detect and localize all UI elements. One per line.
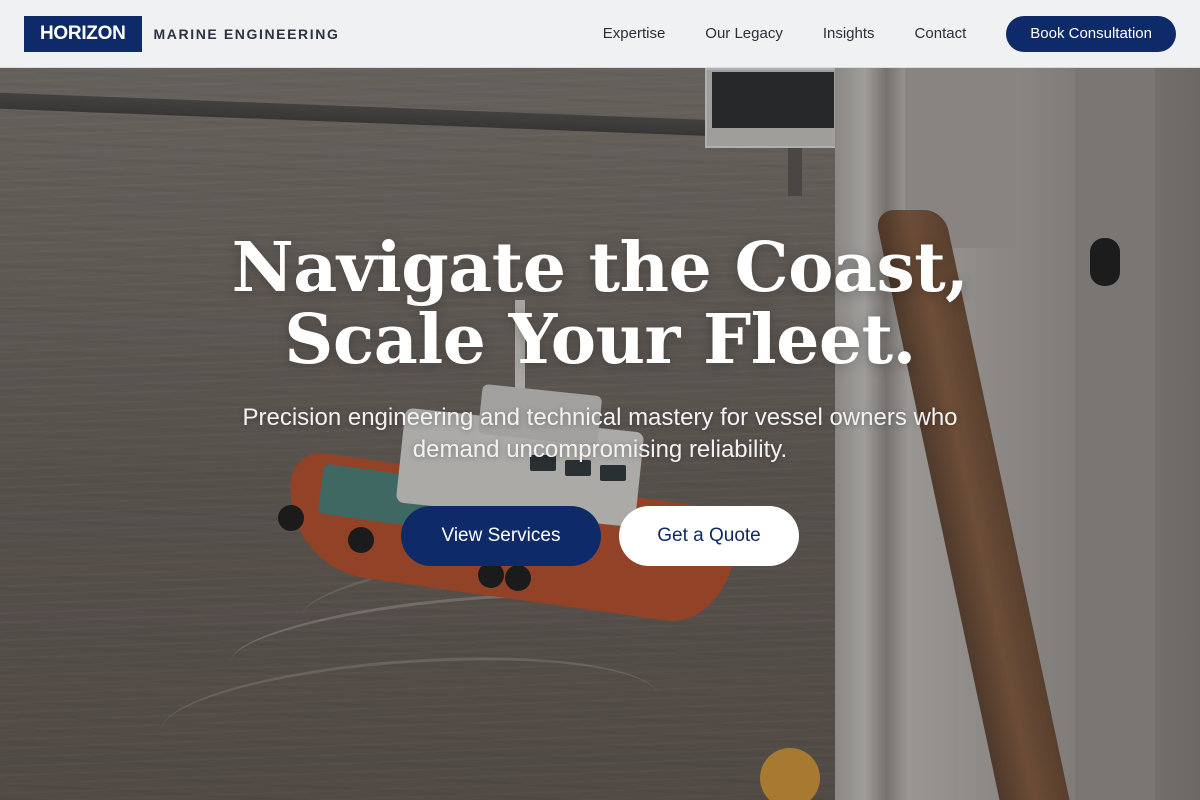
nav-link-contact[interactable]: Contact [915,25,967,42]
brand-tagline: MARINE ENGINEERING [153,25,340,42]
hero-headline-line-2: Scale Your Fleet. [284,300,916,380]
hero-headline: Navigate the Coast, Scale Your Fleet. [0,232,1200,376]
main-nav: Expertise Our Legacy Insights Contact [603,25,966,42]
hero-section: Navigate the Coast, Scale Your Fleet. Pr… [0,232,1200,566]
hero-button-group: View Services Get a Quote [0,506,1200,566]
nav-link-our-legacy[interactable]: Our Legacy [705,25,783,42]
hero-subheadline: Precision engineering and technical mast… [242,404,958,463]
logo[interactable]: HORIZON [24,15,142,52]
nav-link-expertise[interactable]: Expertise [603,25,666,42]
book-consultation-button[interactable]: Book Consultation [1006,15,1176,52]
hero-headline-line-1: Navigate the Coast, [231,228,969,308]
nav-link-insights[interactable]: Insights [823,25,875,42]
site-header: HORIZON MARINE ENGINEERING Expertise Our… [0,0,1200,68]
get-a-quote-button[interactable]: Get a Quote [619,506,799,566]
view-services-button[interactable]: View Services [401,506,601,566]
